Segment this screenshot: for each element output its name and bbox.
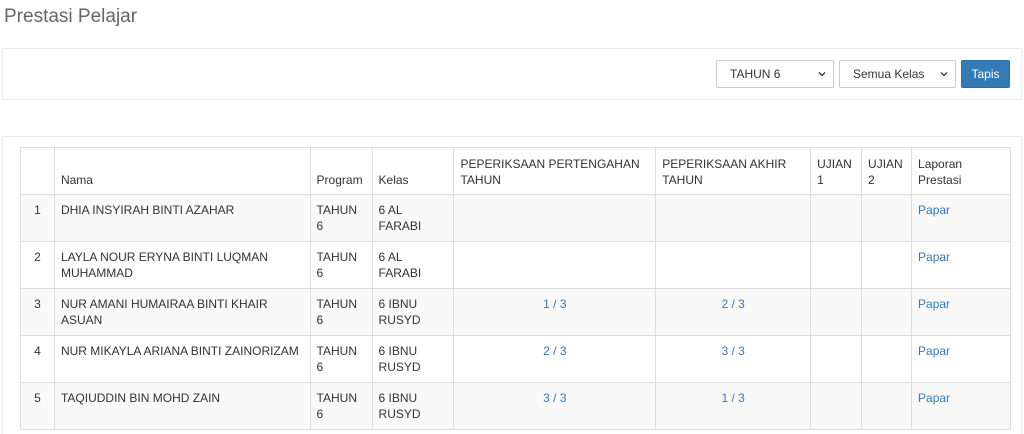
- papar-link[interactable]: Papar: [918, 250, 950, 264]
- class-select[interactable]: Semua Kelas: [839, 60, 956, 88]
- cell-akhir: [655, 194, 812, 242]
- col-header-no: [20, 147, 55, 195]
- table-row: 1 DHIA INSYIRAH BINTI AZAHAR TAHUN 6 6 A…: [20, 194, 1011, 242]
- cell-ujian1: [810, 288, 863, 336]
- cell-ujian2: [861, 382, 913, 430]
- cell-nama: NUR AMANI HUMAIRAA BINTI KHAIR ASUAN: [53, 288, 311, 336]
- cell-akhir: 3 / 3: [655, 335, 812, 383]
- papar-link[interactable]: Papar: [918, 203, 950, 217]
- cell-no: 2: [20, 241, 55, 289]
- cell-laporan: Papar: [911, 288, 1011, 336]
- cell-nama: NUR MIKAYLA ARIANA BINTI ZAINORIZAM: [53, 335, 311, 383]
- cell-no: 5: [20, 382, 55, 430]
- cell-kelas: 6 AL FARABI: [371, 194, 455, 242]
- filter-controls: TAHUN 6 Semua Kelas Tapis: [716, 60, 1010, 88]
- cell-nama: LAYLA NOUR ERYNA BINTI LUQMAN MUHAMMAD: [53, 241, 311, 289]
- cell-program: TAHUN 6: [309, 241, 373, 289]
- class-select-value: Semua Kelas: [853, 67, 925, 81]
- filter-button[interactable]: Tapis: [961, 60, 1010, 88]
- cell-kelas: 6 IBNU RUSYD: [371, 382, 455, 430]
- cell-akhir: 2 / 3: [655, 288, 812, 336]
- cell-ujian1: [810, 194, 863, 242]
- score-link[interactable]: 2 / 3: [721, 297, 744, 311]
- cell-ujian2: [861, 241, 913, 289]
- cell-no: 3: [20, 288, 55, 336]
- score-link[interactable]: 3 / 3: [543, 391, 566, 405]
- cell-laporan: Papar: [911, 335, 1011, 383]
- cell-laporan: Papar: [911, 194, 1011, 242]
- cell-ujian1: [810, 241, 863, 289]
- col-header-ujian2: UJIAN 2: [861, 147, 913, 195]
- cell-ujian1: [810, 335, 863, 383]
- score-link[interactable]: 2 / 3: [543, 344, 566, 358]
- table-row: 3 NUR AMANI HUMAIRAA BINTI KHAIR ASUAN T…: [20, 288, 1011, 336]
- cell-pertengahan: [453, 241, 657, 289]
- cell-nama: TAQIUDDIN BIN MOHD ZAIN: [53, 382, 311, 430]
- col-header-akhir: PEPERIKSAAN AKHIR TAHUN: [655, 147, 812, 195]
- cell-ujian1: [810, 382, 863, 430]
- score-link[interactable]: 1 / 3: [543, 297, 566, 311]
- cell-program: TAHUN 6: [309, 288, 373, 336]
- cell-no: 1: [20, 194, 55, 242]
- cell-akhir: [655, 241, 812, 289]
- score-link[interactable]: 1 / 3: [721, 391, 744, 405]
- papar-link[interactable]: Papar: [918, 297, 950, 311]
- table-row: 5 TAQIUDDIN BIN MOHD ZAIN TAHUN 6 6 IBNU…: [20, 382, 1011, 430]
- cell-pertengahan: 3 / 3: [453, 382, 657, 430]
- cell-kelas: 6 IBNU RUSYD: [371, 335, 455, 383]
- papar-link[interactable]: Papar: [918, 391, 950, 405]
- table-row: 2 LAYLA NOUR ERYNA BINTI LUQMAN MUHAMMAD…: [20, 241, 1011, 289]
- cell-program: TAHUN 6: [309, 194, 373, 242]
- table-header-row: Nama Program Kelas PEPERIKSAAN PERTENGAH…: [20, 147, 1011, 195]
- cell-program: TAHUN 6: [309, 335, 373, 383]
- cell-pertengahan: [453, 194, 657, 242]
- chevron-down-icon: [940, 72, 948, 77]
- chevron-down-icon: [818, 72, 826, 77]
- cell-ujian2: [861, 288, 913, 336]
- cell-ujian2: [861, 335, 913, 383]
- score-link[interactable]: 3 / 3: [721, 344, 744, 358]
- col-header-ujian1: UJIAN 1: [810, 147, 863, 195]
- cell-kelas: 6 IBNU RUSYD: [371, 288, 455, 336]
- student-performance-table: Nama Program Kelas PEPERIKSAAN PERTENGAH…: [20, 147, 1011, 430]
- cell-no: 4: [20, 335, 55, 383]
- cell-ujian2: [861, 194, 913, 242]
- table-panel: Nama Program Kelas PEPERIKSAAN PERTENGAH…: [2, 136, 1022, 434]
- cell-akhir: 1 / 3: [655, 382, 812, 430]
- papar-link[interactable]: Papar: [918, 344, 950, 358]
- col-header-nama: Nama: [53, 147, 311, 195]
- col-header-kelas: Kelas: [371, 147, 455, 195]
- year-select[interactable]: TAHUN 6: [716, 60, 834, 88]
- cell-program: TAHUN 6: [309, 382, 373, 430]
- cell-pertengahan: 2 / 3: [453, 335, 657, 383]
- table-row: 4 NUR MIKAYLA ARIANA BINTI ZAINORIZAM TA…: [20, 335, 1011, 383]
- cell-pertengahan: 1 / 3: [453, 288, 657, 336]
- cell-kelas: 6 AL FARABI: [371, 241, 455, 289]
- col-header-program: Program: [309, 147, 373, 195]
- cell-laporan: Papar: [911, 241, 1011, 289]
- filter-panel: TAHUN 6 Semua Kelas Tapis: [2, 48, 1022, 100]
- cell-laporan: Papar: [911, 382, 1011, 430]
- year-select-value: TAHUN 6: [730, 67, 781, 81]
- col-header-pertengahan: PEPERIKSAAN PERTENGAHAN TAHUN: [453, 147, 657, 195]
- col-header-laporan: Laporan Prestasi: [911, 147, 1011, 195]
- page-title: Prestasi Pelajar: [4, 6, 138, 27]
- cell-nama: DHIA INSYIRAH BINTI AZAHAR: [53, 194, 311, 242]
